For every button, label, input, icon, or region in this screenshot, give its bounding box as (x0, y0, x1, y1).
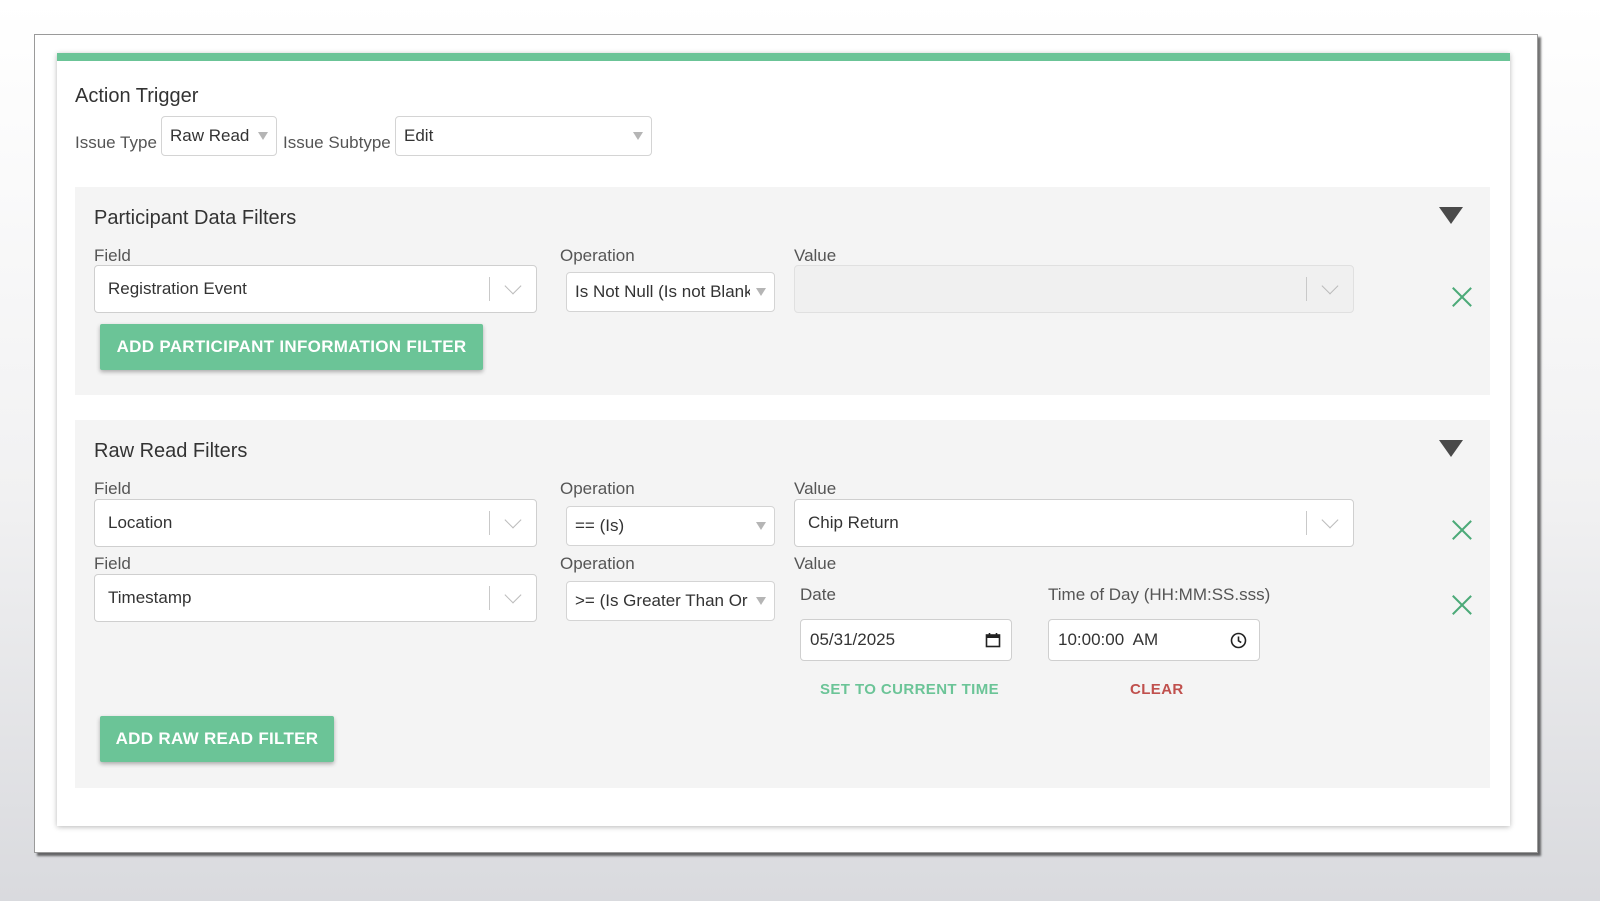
date-label: Date (800, 585, 836, 604)
chevron-down-icon (1321, 511, 1339, 529)
participant-operation-caret-icon (756, 288, 766, 296)
participant-field-value: Registration Event (108, 279, 247, 298)
issue-subtype-label: Issue Subtype (283, 133, 391, 152)
chevron-down-icon (504, 511, 522, 529)
location-value-value: Chip Return (808, 513, 899, 532)
collapse-triangle-icon[interactable] (1439, 207, 1463, 224)
timestamp-operation-select[interactable]: >= (Is Greater Than Or Equal) (566, 581, 775, 621)
timestamp-field-value: Timestamp (108, 588, 192, 607)
issue-type-value: Raw Read (170, 126, 250, 145)
remove-filter-icon[interactable] (1451, 594, 1473, 616)
operation-label: Operation (560, 246, 635, 265)
value-label: Value (794, 246, 837, 265)
timestamp-operation-value: >= (Is Greater Than Or Equal) (575, 591, 750, 610)
operation-label: Operation (560, 554, 635, 573)
participant-field-select[interactable]: Registration Event (94, 265, 537, 313)
remove-filter-icon[interactable] (1451, 519, 1473, 541)
issue-subtype-caret-icon (633, 132, 643, 140)
location-field-select[interactable]: Location (94, 499, 537, 547)
time-of-day-label: Time of Day (HH:MM:SS.sss) (1048, 585, 1271, 604)
set-current-time-button[interactable]: SET TO CURRENT TIME (820, 681, 999, 698)
raw-read-filters-panel: Raw Read Filters Field Operation Value L… (75, 420, 1490, 788)
location-operation-select[interactable]: == (Is) (566, 506, 775, 546)
value-label: Value (794, 554, 837, 573)
location-value-select[interactable]: Chip Return (794, 499, 1354, 547)
chevron-down-icon (504, 586, 522, 604)
add-participant-filter-button[interactable]: ADD PARTICIPANT INFORMATION FILTER (100, 324, 483, 370)
field-label: Field (94, 246, 131, 265)
participant-value-select[interactable] (794, 265, 1354, 313)
location-operation-value: == (Is) (575, 516, 625, 535)
action-trigger-card: Action Trigger Issue Type Raw Read Issue… (57, 53, 1510, 826)
collapse-triangle-icon[interactable] (1439, 440, 1463, 457)
issue-subtype-select[interactable]: Edit (395, 116, 652, 156)
participant-operation-select[interactable]: Is Not Null (Is not Blank) (566, 272, 775, 312)
window-frame: Action Trigger Issue Type Raw Read Issue… (34, 34, 1538, 853)
value-label: Value (794, 479, 837, 498)
participant-operation-value: Is Not Null (Is not Blank) (575, 282, 750, 301)
action-trigger-title: Action Trigger (75, 85, 199, 107)
operation-label: Operation (560, 479, 635, 498)
issue-type-select[interactable]: Raw Read (161, 116, 277, 156)
remove-filter-icon[interactable] (1451, 286, 1473, 308)
date-value: 05/31/2025 (810, 630, 896, 649)
issue-type-label: Issue Type (75, 133, 157, 152)
location-field-value: Location (108, 513, 173, 532)
raw-read-filters-title: Raw Read Filters (94, 440, 248, 462)
timestamp-field-select[interactable]: Timestamp (94, 574, 537, 622)
field-label: Field (94, 554, 131, 573)
clear-button[interactable]: CLEAR (1130, 681, 1184, 698)
time-input[interactable]: 10:00:00 AM (1048, 619, 1260, 661)
time-value: 10:00:00 AM (1058, 630, 1159, 649)
calendar-icon[interactable] (985, 632, 1001, 648)
location-operation-caret-icon (756, 522, 766, 530)
issue-subtype-value: Edit (404, 126, 434, 145)
clock-icon[interactable] (1230, 632, 1247, 649)
field-label: Field (94, 479, 131, 498)
chevron-down-icon (504, 277, 522, 295)
participant-filters-title: Participant Data Filters (94, 207, 297, 229)
participant-filters-panel: Participant Data Filters Field Operation… (75, 187, 1490, 395)
issue-type-caret-icon (258, 132, 268, 140)
date-input[interactable]: 05/31/2025 (800, 619, 1012, 661)
timestamp-operation-caret-icon (756, 597, 766, 605)
chevron-down-icon (1321, 277, 1339, 295)
add-raw-read-filter-button[interactable]: ADD RAW READ FILTER (100, 716, 334, 762)
